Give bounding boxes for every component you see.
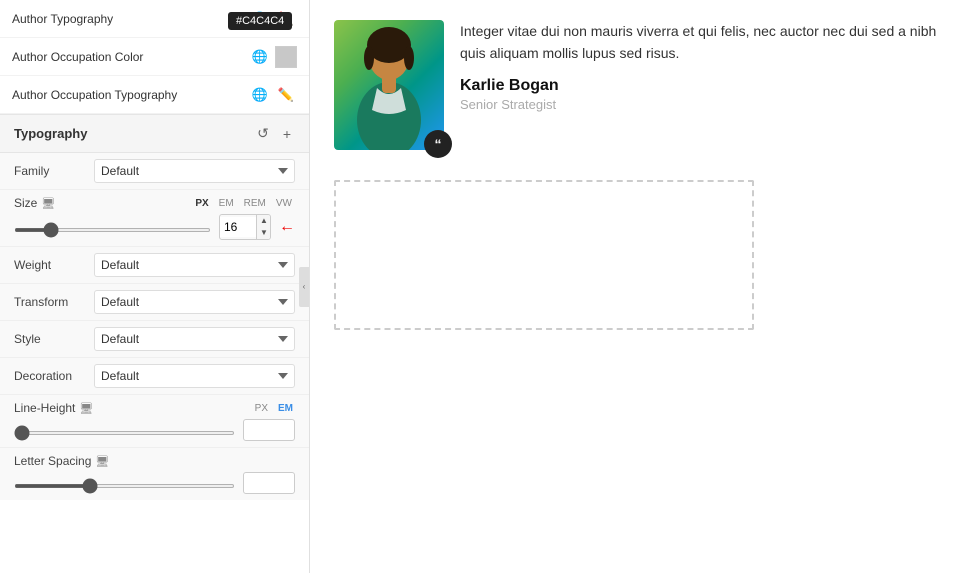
- typography-section: Typography ↺ + Family Default Arial Geor…: [0, 114, 309, 500]
- testimonial-body: Integer vitae dui non mauris viverra et …: [460, 20, 945, 65]
- lh-input[interactable]: [243, 419, 295, 441]
- letter-spacing-section: Letter Spacing 🖥: [0, 448, 309, 500]
- typography-header: Typography ↺ +: [0, 115, 309, 153]
- letter-spacing-top: Letter Spacing 🖥: [14, 454, 295, 468]
- family-select[interactable]: Default Arial Georgia Helvetica Times Ne…: [94, 159, 295, 183]
- unit-rem-button[interactable]: REM: [241, 197, 269, 210]
- ls-monitor-icon: 🖥: [95, 455, 109, 468]
- author-typography-row: Author Typography 🌐 ✏️ #C4C4C4: [0, 0, 309, 38]
- style-select[interactable]: Default Normal Italic Oblique: [94, 327, 295, 351]
- author-name: Karlie Bogan: [460, 77, 945, 95]
- lh-slider-wrap: [14, 423, 235, 438]
- letter-spacing-label: Letter Spacing 🖥: [14, 454, 295, 468]
- card-text: Integer vitae dui non mauris viverra et …: [460, 20, 945, 112]
- empty-placeholder-box: [334, 180, 754, 330]
- author-occupation-color-row: Author Occupation Color 🌐 ←: [0, 38, 309, 76]
- size-decrement-button[interactable]: ▼: [257, 227, 271, 239]
- size-label: Size 🖥: [14, 196, 55, 210]
- size-text: Size: [14, 196, 37, 210]
- author-occupation: Senior Strategist: [460, 97, 945, 112]
- ls-slider[interactable]: [14, 484, 235, 488]
- testimonial-card: “ Integer vitae dui non mauris viverra e…: [310, 0, 969, 170]
- ls-slider-wrap: [14, 476, 235, 491]
- globe-icon-2[interactable]: 🌐: [249, 84, 271, 106]
- family-row: Family Default Arial Georgia Helvetica T…: [0, 153, 309, 190]
- weight-label: Weight: [14, 258, 94, 272]
- author-occupation-typography-label: Author Occupation Typography: [12, 88, 249, 102]
- avatar-svg: [334, 20, 444, 150]
- style-control: Default Normal Italic Oblique: [94, 327, 295, 351]
- size-row: Size 🖥 PX EM REM VW ▲ ▼: [0, 190, 309, 247]
- author-occupation-color-icons: 🌐: [249, 46, 297, 68]
- line-height-bottom: [14, 419, 295, 441]
- decoration-label: Decoration: [14, 369, 94, 383]
- letter-spacing-text: Letter Spacing: [14, 454, 91, 468]
- size-number-wrap: ▲ ▼: [219, 214, 271, 240]
- line-height-units: PX EM: [253, 402, 295, 415]
- style-label: Style: [14, 332, 94, 346]
- avatar-image: [334, 20, 444, 150]
- line-height-label: Line-Height 🖥: [14, 401, 253, 415]
- transform-select[interactable]: Default Uppercase Lowercase Capitalize: [94, 290, 295, 314]
- size-slider[interactable]: [14, 228, 211, 232]
- typography-title: Typography: [14, 126, 253, 141]
- author-occupation-typography-row: Author Occupation Typography 🌐 ✏️: [0, 76, 309, 114]
- lh-px-button[interactable]: PX: [253, 402, 270, 415]
- transform-label: Transform: [14, 295, 94, 309]
- transform-control: Default Uppercase Lowercase Capitalize: [94, 290, 295, 314]
- weight-row: Weight Default 100200300 400500600 70080…: [0, 247, 309, 284]
- size-row-bottom: ▲ ▼ ←: [14, 214, 295, 240]
- family-control: Default Arial Georgia Helvetica Times Ne…: [94, 159, 295, 183]
- monitor-icon: 🖥: [41, 197, 55, 210]
- line-height-text: Line-Height: [14, 401, 75, 415]
- color-swatch[interactable]: [275, 46, 297, 68]
- typography-actions: ↺ +: [253, 123, 295, 144]
- ls-input[interactable]: [243, 472, 295, 494]
- line-height-section: Line-Height 🖥 PX EM: [0, 395, 309, 448]
- letter-spacing-bottom: [14, 472, 295, 494]
- left-panel: Author Typography 🌐 ✏️ #C4C4C4 Author Oc…: [0, 0, 310, 573]
- collapse-handle[interactable]: ‹: [299, 267, 309, 307]
- author-typography-label: Author Typography: [12, 12, 249, 26]
- unit-em-button[interactable]: EM: [216, 197, 237, 210]
- line-height-top: Line-Height 🖥 PX EM: [14, 401, 295, 415]
- avatar-wrap: “: [334, 20, 444, 150]
- decoration-select[interactable]: Default Underline Overline Line-Through …: [94, 364, 295, 388]
- color-tooltip: #C4C4C4: [228, 12, 292, 30]
- decoration-row: Decoration Default Underline Overline Li…: [0, 358, 309, 395]
- unit-buttons: PX EM REM VW: [192, 197, 295, 210]
- right-content: “ Integer vitae dui non mauris viverra e…: [310, 0, 969, 573]
- size-row-top: Size 🖥 PX EM REM VW: [14, 196, 295, 210]
- style-row: Style Default Normal Italic Oblique: [0, 321, 309, 358]
- add-typography-button[interactable]: +: [279, 123, 295, 144]
- decoration-control: Default Underline Overline Line-Through …: [94, 364, 295, 388]
- transform-row: Transform Default Uppercase Lowercase Ca…: [0, 284, 309, 321]
- weight-control: Default 100200300 400500600 700800900: [94, 253, 295, 277]
- unit-vw-button[interactable]: VW: [273, 197, 295, 210]
- family-label: Family: [14, 164, 94, 178]
- author-occupation-color-label: Author Occupation Color: [12, 50, 249, 64]
- size-increment-button[interactable]: ▲: [257, 215, 271, 227]
- size-slider-wrap: [14, 220, 211, 235]
- size-spin-buttons: ▲ ▼: [256, 215, 271, 239]
- size-red-arrow: ←: [279, 218, 295, 236]
- lh-slider[interactable]: [14, 431, 235, 435]
- quote-bubble: “: [424, 130, 452, 158]
- reset-typography-button[interactable]: ↺: [253, 123, 273, 144]
- size-number-input[interactable]: [220, 217, 256, 237]
- weight-select[interactable]: Default 100200300 400500600 700800900: [94, 253, 295, 277]
- lh-em-button[interactable]: EM: [276, 402, 295, 415]
- author-occupation-typography-icons: 🌐 ✏️: [249, 84, 297, 106]
- lh-monitor-icon: 🖥: [79, 402, 93, 415]
- unit-px-button[interactable]: PX: [192, 197, 211, 210]
- pencil-icon-2[interactable]: ✏️: [275, 84, 297, 106]
- quote-symbol: “: [435, 136, 442, 152]
- globe-icon-1[interactable]: 🌐: [249, 46, 271, 68]
